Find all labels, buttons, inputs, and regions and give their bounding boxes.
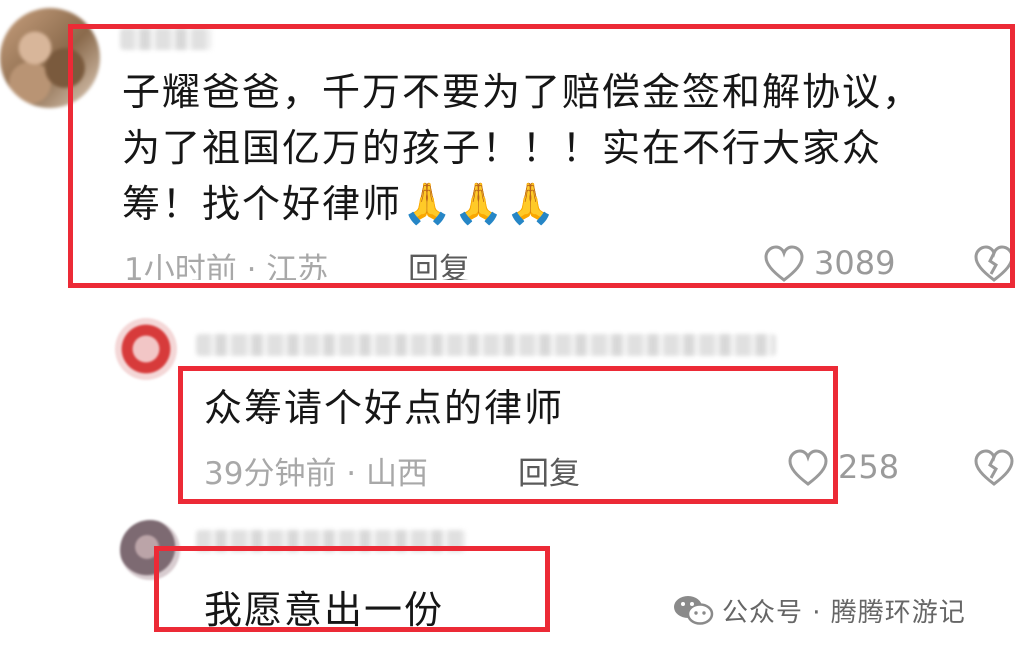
highlight-box (154, 546, 550, 632)
like-count: 258 (838, 448, 900, 486)
broken-heart-icon[interactable] (972, 448, 1015, 488)
username-blurred[interactable] (196, 334, 776, 356)
highlight-box (178, 366, 838, 504)
avatar[interactable] (115, 318, 177, 380)
wechat-icon (672, 592, 714, 628)
watermark-text: 公众号 · 腾腾环游记 (722, 598, 966, 628)
highlight-box (68, 24, 1015, 288)
